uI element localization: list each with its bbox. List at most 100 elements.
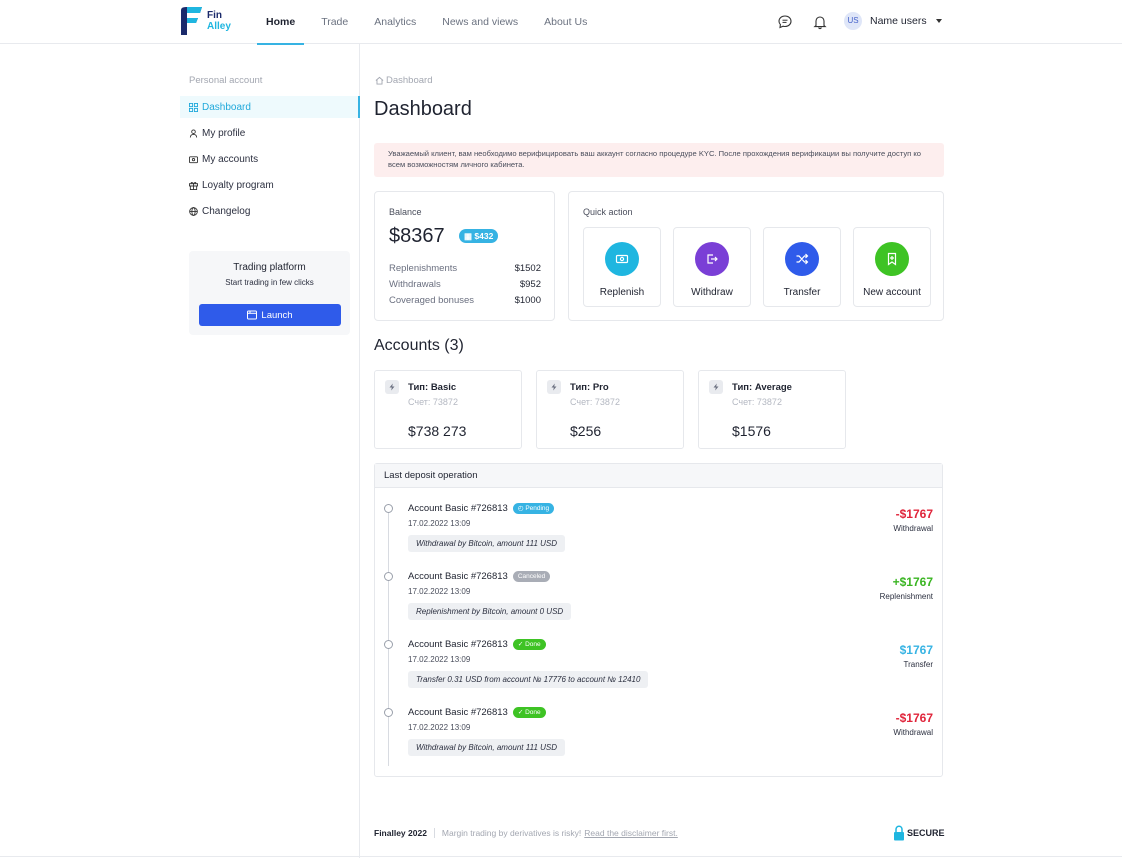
timeline-dot <box>384 640 393 649</box>
footer: Finalley 2022 Margin trading by derivati… <box>374 828 678 838</box>
balance-row-value: $1502 <box>514 263 541 274</box>
window-icon <box>247 310 258 320</box>
balance-amount: $8367 <box>389 225 445 247</box>
nav-news[interactable]: News and views <box>433 0 527 44</box>
status-badge: ✓ Done <box>512 707 546 718</box>
page-title: Dashboard <box>374 98 472 120</box>
account-card[interactable]: Тип: Average Счет: 73872 $1576 <box>698 370 846 449</box>
bell-icon[interactable] <box>812 14 828 30</box>
operation-item[interactable]: Account Basic #726813 ✓ Done 17.02.2022 … <box>375 697 942 763</box>
deposit-operations-panel: Last deposit operation Account Basic #72… <box>374 463 943 777</box>
exit-icon <box>707 254 718 264</box>
bonus-badge: ▦ $432 <box>459 229 499 243</box>
trading-platform-card: Trading platform Start trading in few cl… <box>189 251 350 335</box>
replenish-button[interactable]: Replenish <box>583 227 661 307</box>
balance-label: Balance <box>389 207 422 217</box>
trading-subtitle: Start trading in few clicks <box>225 278 314 287</box>
footer-warning: Margin trading by derivatives is risky! <box>441 828 582 838</box>
quick-action-name: Withdraw <box>691 287 733 298</box>
balance-card: Balance $8367 ▦ $432 Replenishments $150… <box>374 191 555 321</box>
chevron-down-icon[interactable] <box>935 19 942 23</box>
status-badge: Canceled <box>512 571 551 582</box>
user-menu[interactable]: US Name users <box>844 12 942 30</box>
operation-account: Account Basic #726813 <box>408 707 508 718</box>
transfer-button[interactable]: Transfer <box>763 227 841 307</box>
account-number: Счет: 73872 <box>570 397 620 407</box>
nav-home[interactable]: Home <box>257 0 305 45</box>
operation-amount: +$1767 <box>892 575 933 589</box>
user-name[interactable]: Name users <box>870 15 927 27</box>
operation-type: Withdrawal <box>893 728 933 737</box>
logo[interactable]: Fin Alley <box>178 6 231 36</box>
withdraw-button[interactable]: Withdraw <box>673 227 751 307</box>
wallet-icon <box>189 155 198 163</box>
account-card[interactable]: Тип: Basic Счет: 73872 $738 273 <box>374 370 522 449</box>
replenish-circle <box>605 242 639 276</box>
kyc-alert: Уважаемый клиент, вам необходимо верифиц… <box>374 143 944 177</box>
operation-date: 17.02.2022 13:09 <box>408 723 471 732</box>
transfer-circle <box>785 242 819 276</box>
operation-title: Account Basic #726813 ✓ Done <box>408 639 546 650</box>
nav-about[interactable]: About Us <box>535 0 596 44</box>
balance-row-value: $1000 <box>514 295 541 306</box>
launch-button[interactable]: Launch <box>199 304 341 326</box>
operation-title: Account Basic #726813 ✓ Done <box>408 707 546 718</box>
trading-title: Trading platform <box>233 262 306 273</box>
disclaimer-link[interactable]: Read the disclaimer first. <box>584 828 678 838</box>
sidebar-item-accounts[interactable]: My accounts <box>180 148 360 170</box>
sidebar-item-profile[interactable]: My profile <box>180 122 360 144</box>
operation-date: 17.02.2022 13:09 <box>408 655 471 664</box>
timeline-dot <box>384 572 393 581</box>
new-account-circle <box>875 242 909 276</box>
timeline-dot <box>384 708 393 717</box>
operation-amount: -$1767 <box>895 507 933 521</box>
nav-analytics[interactable]: Analytics <box>365 0 425 44</box>
bookmark-plus-icon <box>887 252 897 266</box>
operation-note: Withdrawal by Bitcoin, amount 111 USD <box>408 739 566 756</box>
shuffle-icon <box>796 253 809 265</box>
status-label: Pending <box>525 505 550 512</box>
account-balance: $1576 <box>732 423 771 439</box>
sidebar-item-changelog[interactable]: Changelog <box>180 200 360 222</box>
operation-type: Transfer <box>903 660 934 669</box>
operation-item[interactable]: Account Basic #726813 ✓ Done 17.02.2022 … <box>375 629 942 695</box>
sidebar-item-dashboard[interactable]: Dashboard <box>180 96 360 118</box>
sidebar-item-loyalty[interactable]: Loyalty program <box>180 174 360 196</box>
sidebar-item-label: My profile <box>202 127 246 139</box>
sidebar-item-label: Dashboard <box>202 101 251 113</box>
main-nav: Home Trade Analytics News and views Abou… <box>257 0 604 45</box>
new-account-button[interactable]: New account <box>853 227 931 307</box>
operation-note: Replenishment by Bitcoin, amount 0 USD <box>408 603 572 620</box>
operation-account: Account Basic #726813 <box>408 503 508 514</box>
nav-trade[interactable]: Trade <box>312 0 357 44</box>
account-card[interactable]: Тип: Pro Счет: 73872 $256 <box>536 370 684 449</box>
timeline-dot <box>384 504 393 513</box>
home-icon[interactable] <box>375 76 384 85</box>
balance-row-label: Coveraged bonuses <box>389 295 475 306</box>
account-balance: $738 273 <box>408 423 467 439</box>
chat-icon[interactable] <box>777 14 793 30</box>
quick-action-name: Transfer <box>783 287 821 298</box>
operation-note: Transfer 0.31 USD from account № 17776 t… <box>408 671 649 688</box>
bottom-border <box>0 856 1122 857</box>
sidebar-item-label: Loyalty program <box>202 179 274 191</box>
quick-action-name: New account <box>863 287 921 298</box>
breadcrumb-current[interactable]: Dashboard <box>386 75 432 86</box>
balance-row-label: Replenishments <box>389 263 458 274</box>
lock-icon <box>894 825 904 841</box>
breadcrumb: Dashboard <box>375 75 432 86</box>
operation-account: Account Basic #726813 <box>408 571 508 582</box>
bonus-badge-value: $432 <box>474 231 494 241</box>
account-type: Тип: Pro <box>570 382 609 393</box>
logo-line2: Alley <box>207 21 231 32</box>
logo-icon <box>181 7 202 35</box>
operation-amount: $1767 <box>899 643 933 657</box>
operation-type: Withdrawal <box>893 524 933 533</box>
avatar[interactable]: US <box>844 12 862 30</box>
account-type: Тип: Average <box>732 382 792 393</box>
operation-item[interactable]: Account Basic #726813 ◴ Pending 17.02.20… <box>375 493 942 559</box>
operation-item[interactable]: Account Basic #726813 Canceled 17.02.202… <box>375 561 942 627</box>
user-icon <box>189 128 198 138</box>
withdraw-circle <box>695 242 729 276</box>
gift-icon <box>189 181 198 190</box>
